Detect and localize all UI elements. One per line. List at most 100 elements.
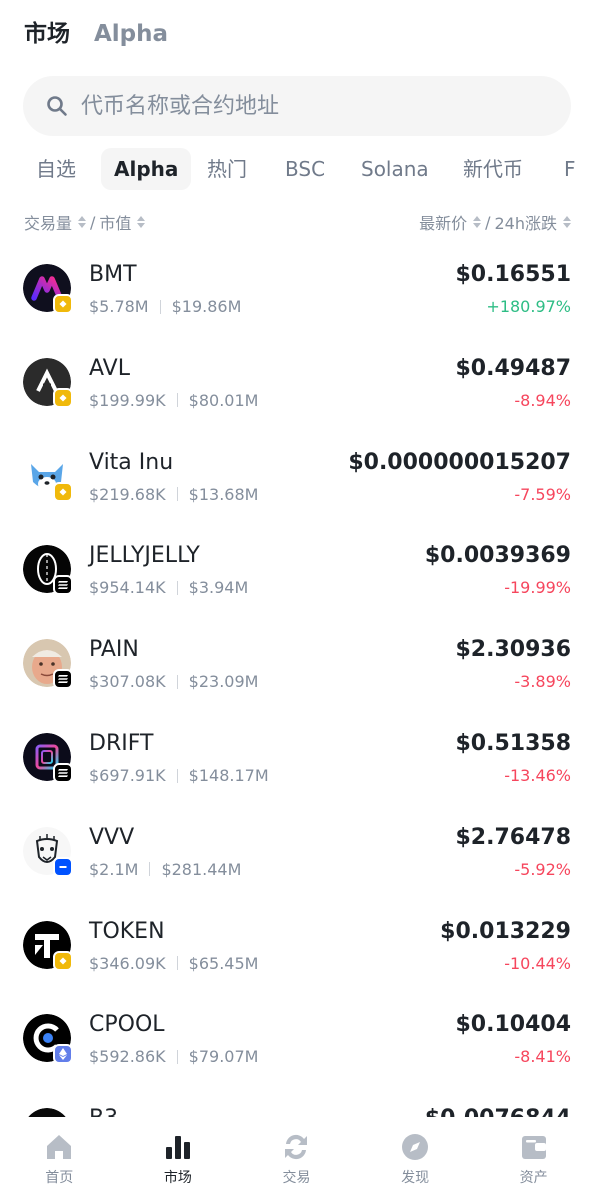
sort-change-label: 24h涨跌 — [494, 214, 557, 233]
token-row[interactable]: BMT $5.78M $19.86M $0.16551 +180.97% — [0, 242, 593, 336]
nav-trade[interactable]: 交易 — [237, 1117, 356, 1200]
tab-favorites[interactable]: 自选 — [23, 148, 89, 190]
token-price: $0.10404 — [455, 1012, 571, 1038]
token-change: -13.46% — [504, 766, 571, 785]
token-symbol: JELLYJELLY — [89, 543, 200, 569]
sort-row: 交易量 / 市值 最新价 / 24h涨跌 — [24, 210, 571, 234]
tab-alpha-category[interactable]: Alpha — [101, 148, 192, 190]
token-price: $0.0039369 — [424, 543, 571, 569]
token-price: $2.30936 — [455, 637, 571, 663]
top-tabs: 市场 Alpha — [24, 14, 168, 48]
tab-hot[interactable]: 热门 — [194, 148, 260, 190]
token-volume: $2.1M — [89, 859, 139, 879]
token-row[interactable]: JELLYJELLY $954.14K $3.94M $0.0039369 -1… — [0, 523, 593, 617]
token-row[interactable]: PAIN $307.08K $23.09M $2.30936 -3.89% — [0, 617, 593, 711]
sort-separator: / — [485, 212, 491, 232]
sort-price-label: 最新价 — [419, 214, 468, 233]
b3-icon — [23, 1108, 71, 1117]
token-row[interactable]: TOKEN $346.09K $65.45M $0.013229 -10.44% — [0, 899, 593, 993]
tab-new-tokens[interactable]: 新代币 — [450, 148, 536, 190]
search-input[interactable] — [81, 93, 541, 119]
bsc-chain-icon — [53, 481, 73, 502]
token-volume: $346.09K — [89, 953, 166, 973]
token-symbol: PAIN — [89, 637, 139, 663]
bsc-chain-icon — [53, 294, 73, 314]
token-mcap: $281.44M — [161, 859, 242, 879]
token-volume: $307.08K — [89, 672, 166, 692]
sort-change[interactable]: 24h涨跌 — [494, 210, 571, 234]
assets-icon — [521, 1136, 546, 1159]
nav-label: 市场 — [163, 1170, 192, 1186]
bottom-nav: 首页 市场 交易 发现 资产 — [0, 1117, 593, 1200]
tab-alpha[interactable]: Alpha — [94, 21, 168, 47]
token-volumes: $697.91K $148.17M — [89, 766, 269, 785]
token-mcap: $23.09M — [188, 672, 259, 692]
nav-home[interactable]: 首页 — [0, 1117, 119, 1200]
divider — [176, 393, 178, 408]
divider — [176, 956, 178, 971]
search-bar[interactable] — [23, 76, 571, 136]
divider — [176, 1049, 178, 1064]
solana-chain-icon — [53, 575, 73, 596]
token-volumes: $307.08K $23.09M — [89, 672, 258, 691]
token-change: -5.92% — [514, 859, 571, 879]
token-volume: $697.91K — [89, 766, 166, 785]
discover-icon — [402, 1134, 429, 1160]
tab-bsc[interactable]: BSC — [272, 148, 338, 190]
token-row[interactable]: Vita Inu $219.68K $13.68M $0.00000001520… — [0, 430, 593, 524]
token-volumes: $954.14K $3.94M — [89, 578, 248, 597]
token-price: $0.013229 — [440, 918, 571, 944]
divider — [159, 299, 161, 314]
token-price: $0.16551 — [455, 262, 571, 287]
bsc-chain-icon — [53, 950, 73, 971]
token-symbol: BMT — [89, 262, 137, 287]
nav-discover[interactable]: 发现 — [356, 1117, 475, 1200]
token-symbol: DRIFT — [89, 731, 154, 756]
token-symbol: TOKEN — [89, 918, 165, 944]
token-volume: $219.68K — [89, 484, 166, 504]
market-icon — [165, 1136, 190, 1159]
sort-price[interactable]: 最新价 — [419, 210, 482, 234]
token-change: -19.99% — [504, 578, 571, 598]
divider — [176, 768, 178, 783]
token-row[interactable]: DRIFT $697.91K $148.17M $0.51358 -13.46% — [0, 711, 593, 805]
sort-mcap-label: 市值 — [99, 214, 132, 233]
token-price: $2.76478 — [455, 824, 571, 850]
token-change: +180.97% — [486, 297, 571, 316]
sort-volume-label: 交易量 — [24, 214, 73, 233]
sort-volume[interactable]: 交易量 — [24, 210, 87, 234]
nav-market[interactable]: 市场 — [119, 1117, 238, 1200]
token-mcap: $80.01M — [188, 390, 259, 410]
token-row[interactable]: B3 $0.0076844 — [0, 1086, 593, 1117]
token-mcap: $79.07M — [188, 1047, 259, 1067]
tab-more[interactable]: F — [551, 148, 589, 190]
token-price: $0.000000015207 — [348, 449, 571, 475]
sort-arrows-icon — [137, 216, 146, 228]
token-row[interactable]: VVV $2.1M $281.44M $2.76478 -5.92% — [0, 805, 593, 899]
ethereum-chain-icon — [53, 1044, 73, 1065]
token-volumes: $592.86K $79.07M — [89, 1047, 258, 1066]
token-mcap: $65.45M — [188, 953, 259, 973]
tab-market[interactable]: 市场 — [24, 14, 70, 48]
nav-assets[interactable]: 资产 — [474, 1117, 593, 1200]
token-volumes: $219.68K $13.68M — [89, 485, 258, 504]
tab-solana[interactable]: Solana — [348, 148, 442, 190]
token-change: -8.94% — [514, 390, 571, 410]
token-symbol: CPOOL — [89, 1012, 165, 1038]
token-mcap: $19.86M — [171, 297, 242, 316]
token-change: -10.44% — [504, 953, 571, 973]
token-row[interactable]: AVL $199.99K $80.01M $0.49487 -8.94% — [0, 336, 593, 430]
sort-mcap[interactable]: 市值 — [99, 210, 146, 234]
token-volumes: $5.78M $19.86M — [89, 297, 241, 316]
category-tabs: 自选 Alpha 热门 BSC Solana 新代币 F — [0, 148, 593, 192]
token-volume: $199.99K — [89, 390, 166, 410]
home-icon — [47, 1135, 72, 1159]
token-row[interactable]: CPOOL $592.86K $79.07M $0.10404 -8.41% — [0, 992, 593, 1086]
token-mcap: $13.68M — [188, 484, 259, 504]
token-volumes: $346.09K $65.45M — [89, 954, 258, 973]
token-symbol: Vita Inu — [89, 449, 174, 475]
token-price: $0.51358 — [455, 731, 571, 756]
token-list: BMT $5.78M $19.86M $0.16551 +180.97% AVL… — [0, 242, 593, 1117]
sort-arrows-icon — [473, 216, 482, 228]
sort-arrows-icon — [78, 216, 87, 228]
